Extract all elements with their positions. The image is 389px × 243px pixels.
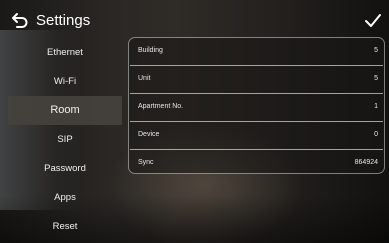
- menu-item-password[interactable]: Password: [8, 154, 122, 183]
- menu-item-wifi[interactable]: Wi-Fi: [8, 67, 122, 96]
- setting-value: 864924: [354, 159, 378, 166]
- setting-label: Unit: [138, 75, 151, 82]
- setting-label: Building: [138, 47, 163, 54]
- header-bar: Settings: [0, 0, 389, 40]
- menu-item-sip[interactable]: SIP: [8, 125, 122, 154]
- setting-value: 1: [374, 103, 378, 110]
- back-arrow-icon[interactable]: [11, 11, 29, 29]
- room-settings-panel: Building 5 Unit 5 Apartment No. 1 Device…: [128, 37, 385, 174]
- setting-row-unit[interactable]: Unit 5: [130, 66, 383, 94]
- setting-row-building[interactable]: Building 5: [130, 38, 383, 66]
- setting-value: 5: [374, 75, 378, 82]
- setting-label: Apartment No.: [138, 103, 184, 110]
- setting-label: Device: [138, 131, 160, 138]
- setting-row-apartment-no[interactable]: Apartment No. 1: [130, 94, 383, 122]
- menu-item-room[interactable]: Room: [8, 96, 122, 125]
- page-title: Settings: [36, 12, 91, 29]
- settings-menu: Ethernet Wi-Fi Room SIP Password Apps Re…: [8, 38, 122, 241]
- checkmark-icon[interactable]: [364, 13, 382, 29]
- menu-item-apps[interactable]: Apps: [8, 183, 122, 212]
- setting-row-device[interactable]: Device 0: [130, 122, 383, 150]
- setting-label: Sync: [138, 159, 154, 166]
- setting-row-sync[interactable]: Sync 864924: [130, 150, 383, 177]
- setting-value: 5: [374, 47, 378, 54]
- menu-item-reset[interactable]: Reset: [8, 212, 122, 241]
- setting-value: 0: [374, 131, 378, 138]
- menu-item-ethernet[interactable]: Ethernet: [8, 38, 122, 67]
